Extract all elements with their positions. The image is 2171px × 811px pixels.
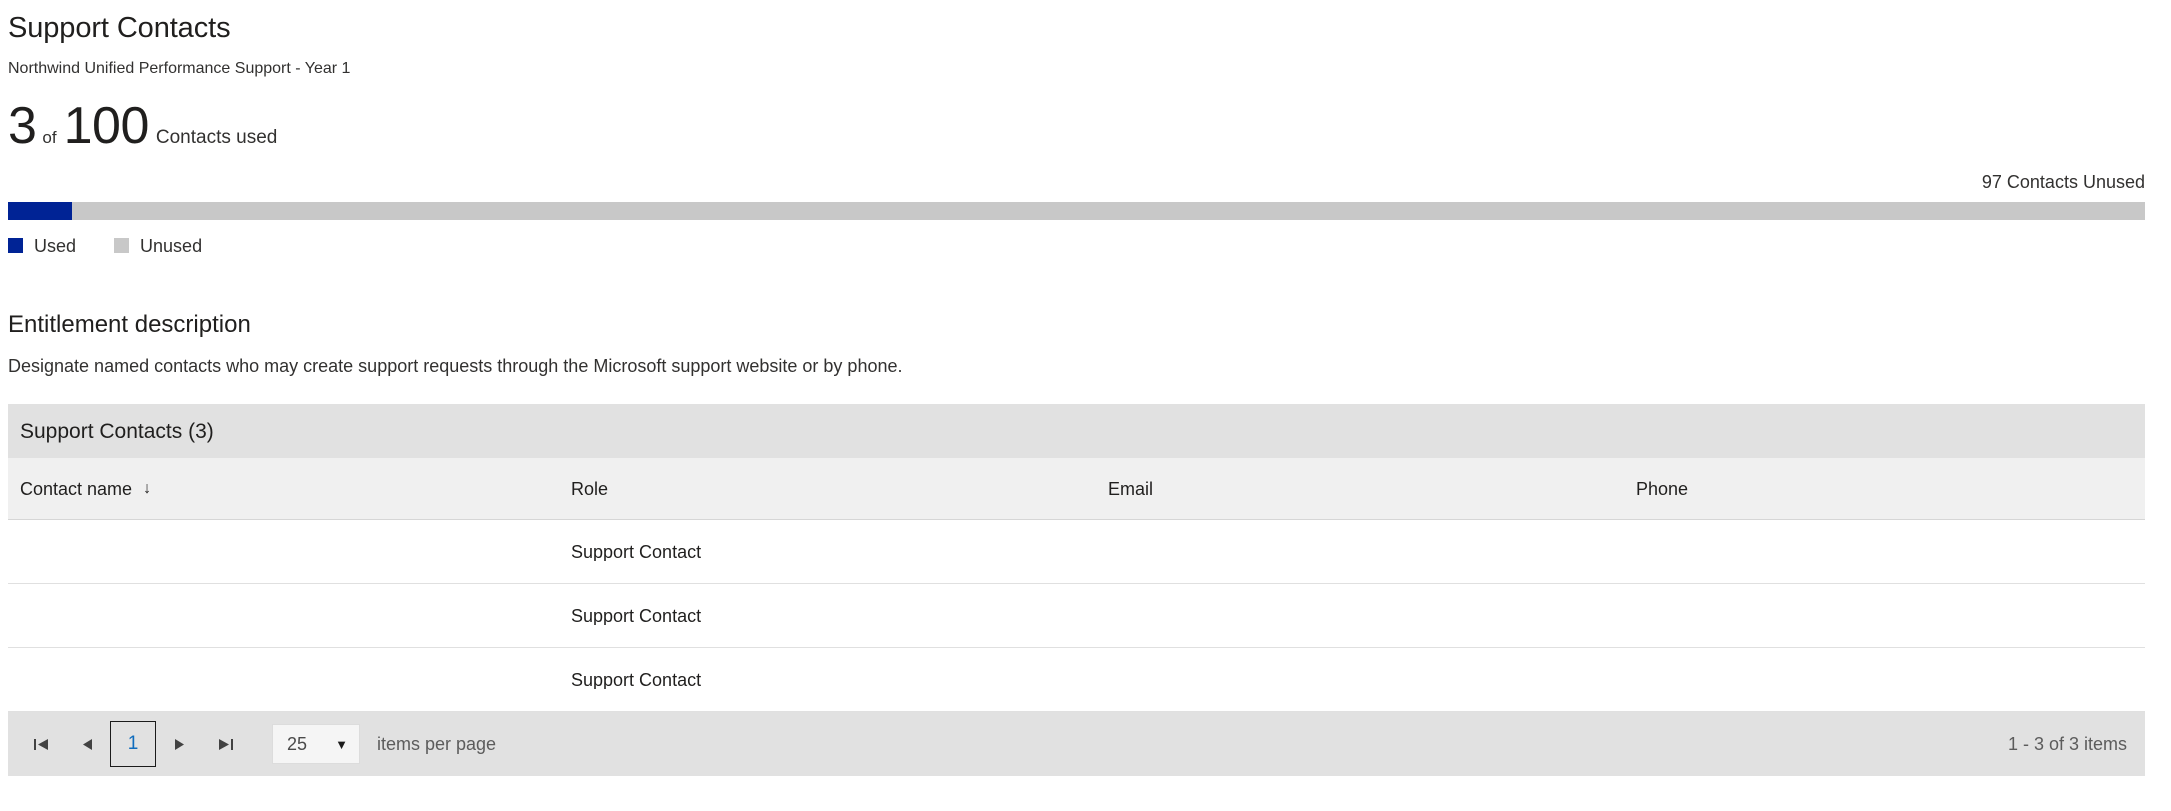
- page-size-select[interactable]: 25 ▼: [272, 724, 360, 765]
- support-contacts-grid: Support Contacts (3) Contact name ↓ Role…: [8, 404, 2145, 777]
- support-contacts-page: Support Contacts Northwind Unified Perfo…: [0, 0, 2171, 777]
- first-page-icon: [33, 738, 48, 750]
- page-title: Support Contacts: [8, 12, 231, 44]
- column-header-role[interactable]: Role: [559, 480, 1096, 498]
- page-subtitle: Northwind Unified Performance Support - …: [8, 59, 351, 77]
- table-row[interactable]: Support Contact: [8, 584, 2145, 649]
- usage-legend: Used Unused: [8, 236, 2163, 256]
- table-row[interactable]: Support Contact: [8, 648, 2145, 713]
- page-number-button-1[interactable]: 1: [110, 721, 156, 768]
- next-page-icon: [174, 738, 184, 750]
- entitlement-body: Designate named contacts who may create …: [8, 356, 903, 377]
- cell-role: Support Contact: [571, 606, 702, 625]
- grid-pagination-footer: 1 25 ▼ items per page 1 - 3 of 3 items: [8, 712, 2145, 777]
- chevron-down-icon: ▼: [335, 736, 348, 752]
- last-page-button[interactable]: [202, 721, 248, 767]
- column-header-role-label: Role: [571, 478, 609, 499]
- items-per-page-label: items per page: [377, 734, 497, 755]
- legend-label-used: Used: [34, 235, 77, 256]
- entitlement-title: Entitlement description: [8, 310, 251, 338]
- usage-total-count: 100: [63, 97, 150, 156]
- unused-swatch-icon: [114, 238, 130, 254]
- legend-label-unused: Unused: [140, 235, 203, 256]
- last-page-icon: [218, 738, 233, 750]
- cell-role: Support Contact: [571, 542, 702, 561]
- cell-role: Support Contact: [571, 670, 702, 689]
- previous-page-icon: [82, 738, 92, 750]
- sort-descending-icon: ↓: [143, 479, 152, 497]
- usage-progress-bar: [8, 201, 2145, 220]
- table-row[interactable]: Support Contact: [8, 520, 2145, 585]
- next-page-button[interactable]: [156, 721, 202, 767]
- grid-title-bar: Support Contacts (3): [8, 404, 2145, 459]
- column-header-contact-name-label: Contact name: [20, 478, 133, 499]
- column-header-contact-name[interactable]: Contact name ↓: [8, 480, 559, 498]
- column-header-phone[interactable]: Phone: [1624, 480, 2145, 498]
- usage-used-count: 3: [8, 97, 37, 156]
- unused-count-label: 97 Contacts Unused: [1981, 172, 2145, 193]
- usage-of-label: of: [42, 128, 57, 148]
- column-header-email-label: Email: [1108, 478, 1154, 499]
- used-swatch-icon: [8, 238, 23, 254]
- previous-page-button[interactable]: [64, 721, 110, 767]
- usage-summary: 3 of 100 Contacts used: [8, 100, 2163, 156]
- usage-caption: Contacts used: [155, 127, 278, 149]
- usage-progress-fill: [8, 201, 73, 220]
- legend-item-unused: Unused: [114, 237, 202, 255]
- pagination-summary: 1 - 3 of 3 items: [2007, 734, 2127, 755]
- column-header-email[interactable]: Email: [1096, 480, 1624, 498]
- page-size-value: 25: [287, 733, 308, 754]
- column-header-phone-label: Phone: [1636, 478, 1689, 499]
- grid-title: Support Contacts (3): [20, 419, 214, 443]
- legend-item-used: Used: [8, 237, 76, 255]
- unused-label-row: 97 Contacts Unused: [8, 172, 2145, 194]
- first-page-button[interactable]: [18, 721, 64, 767]
- grid-header-row: Contact name ↓ Role Email Phone: [8, 458, 2145, 521]
